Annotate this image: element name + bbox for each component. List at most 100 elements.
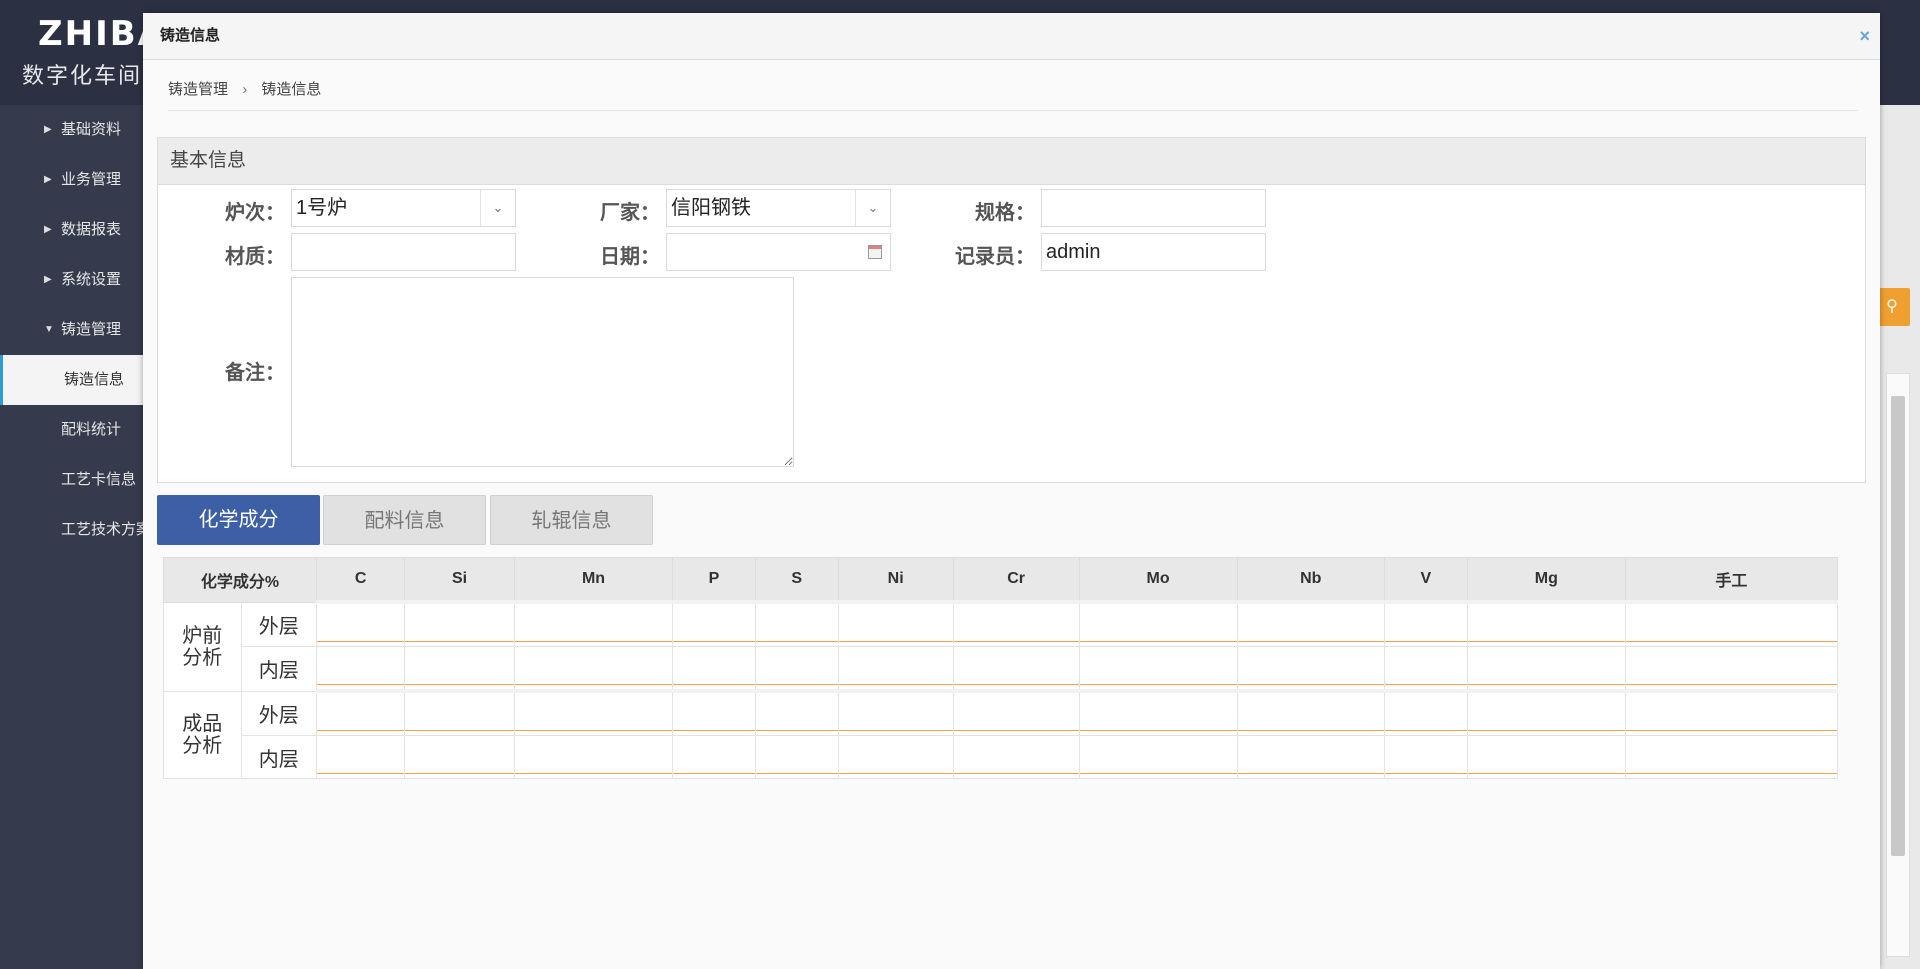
composition-input-cell[interactable] — [1624, 689, 1839, 736]
composition-input-cell[interactable] — [1466, 689, 1626, 736]
input-underline — [317, 684, 405, 685]
column-header: S — [754, 557, 839, 603]
input-underline — [405, 773, 514, 774]
composition-input-cell[interactable] — [1236, 600, 1385, 647]
row-layer-label: 外层 — [240, 601, 317, 647]
composition-input-cell[interactable] — [1236, 689, 1385, 736]
material-input[interactable] — [291, 233, 516, 271]
composition-input-cell[interactable] — [404, 646, 515, 692]
calendar-icon[interactable] — [868, 245, 882, 259]
composition-input-cell[interactable] — [1466, 735, 1626, 779]
composition-input-cell[interactable] — [952, 646, 1080, 692]
composition-input-cell[interactable] — [513, 600, 674, 647]
chevron-down-icon[interactable]: ⌄ — [480, 190, 515, 226]
composition-input-cell[interactable] — [754, 689, 839, 736]
composition-input-cell[interactable] — [1624, 735, 1839, 779]
tab-roll-info[interactable]: 轧辊信息 — [490, 495, 653, 545]
composition-input-cell[interactable] — [1383, 600, 1468, 647]
sidebar-item-casting[interactable]: ▼ 铸造管理 — [0, 305, 143, 355]
input-underline — [838, 730, 953, 731]
spec-input[interactable] — [1041, 189, 1266, 227]
sidebar-item-label: 系统设置 — [61, 271, 122, 288]
sidebar-item-process-plan[interactable]: 工艺技术方案 — [0, 505, 143, 555]
tab-batching-info[interactable]: 配料信息 — [323, 495, 486, 545]
sidebar-item-batching-stats[interactable]: 配料统计 — [0, 405, 143, 455]
vendor-select[interactable]: 信阳钢铁 ⌄ — [666, 189, 891, 227]
sidebar-item-reports[interactable]: ▶ 数据报表 — [0, 205, 143, 255]
composition-input-cell[interactable] — [754, 646, 839, 692]
scrollbar-thumb[interactable] — [1891, 396, 1905, 856]
close-icon[interactable]: × — [1859, 13, 1870, 59]
chevron-down-icon[interactable]: ⌄ — [855, 190, 890, 226]
furnace-label: 炉次： — [225, 202, 285, 224]
composition-input-cell[interactable] — [1466, 646, 1626, 692]
composition-input-cell[interactable] — [404, 689, 515, 736]
composition-input-cell[interactable] — [404, 600, 515, 647]
recorder-input[interactable]: admin — [1041, 233, 1266, 271]
column-header: Mn — [513, 557, 674, 603]
furnace-select[interactable]: 1号炉 ⌄ — [291, 189, 516, 227]
column-header: 手工 — [1624, 557, 1839, 603]
table-row: 内层 — [164, 735, 1839, 779]
composition-input-cell[interactable] — [952, 600, 1080, 647]
column-header: 化学成分% — [163, 557, 317, 603]
composition-input-cell[interactable] — [672, 600, 756, 647]
composition-input-cell[interactable] — [837, 600, 954, 647]
tab-chemical-composition[interactable]: 化学成分 — [157, 495, 320, 545]
composition-input-cell[interactable] — [1078, 600, 1238, 647]
remark-textarea[interactable] — [291, 277, 794, 467]
composition-input-cell[interactable] — [1236, 735, 1385, 779]
composition-input-cell[interactable] — [315, 646, 406, 692]
composition-input-cell[interactable] — [513, 735, 674, 779]
sidebar-item-casting-info[interactable]: 铸造信息 — [0, 355, 143, 405]
composition-input-cell[interactable] — [952, 689, 1080, 736]
composition-input-cell[interactable] — [672, 646, 756, 692]
composition-input-cell[interactable] — [837, 735, 954, 779]
date-input[interactable] — [666, 233, 891, 271]
composition-input-cell[interactable] — [513, 646, 674, 692]
composition-input-cell[interactable] — [1078, 646, 1238, 692]
composition-input-cell[interactable] — [1078, 689, 1238, 736]
composition-input-cell[interactable] — [513, 689, 674, 736]
sidebar-item-business[interactable]: ▶ 业务管理 — [0, 155, 143, 205]
dialog-title: 铸造信息 — [160, 27, 221, 44]
input-underline — [1625, 641, 1837, 642]
composition-input-cell[interactable] — [1078, 735, 1238, 779]
composition-input-cell[interactable] — [672, 689, 756, 736]
composition-input-cell[interactable] — [1383, 689, 1468, 736]
breadcrumb: 铸造管理 › 铸造信息 — [168, 73, 1858, 111]
composition-input-cell[interactable] — [1624, 646, 1839, 692]
composition-input-cell[interactable] — [754, 735, 839, 779]
composition-input-cell[interactable] — [1236, 646, 1385, 692]
composition-input-cell[interactable] — [1466, 600, 1626, 647]
input-underline — [514, 641, 673, 642]
background-scrollbar[interactable] — [1886, 373, 1910, 957]
date-label: 日期： — [600, 246, 660, 268]
breadcrumb-item[interactable]: 铸造管理 — [168, 81, 228, 98]
composition-input-cell[interactable] — [952, 735, 1080, 779]
composition-input-cell[interactable] — [837, 646, 954, 692]
material-label: 材质： — [225, 246, 285, 268]
composition-input-cell[interactable] — [672, 735, 756, 779]
chevron-right-icon: › — [242, 81, 248, 98]
input-underline — [755, 773, 838, 774]
composition-input-cell[interactable] — [1383, 646, 1468, 692]
row-group-label-line: 炉前 — [182, 624, 223, 647]
composition-input-cell[interactable] — [1624, 600, 1839, 647]
sidebar-item-label: 铸造信息 — [64, 371, 125, 388]
composition-input-cell[interactable] — [315, 735, 406, 779]
input-underline — [1384, 773, 1467, 774]
composition-input-cell[interactable] — [315, 600, 406, 647]
app-subtitle: 数字化车间 — [22, 63, 143, 88]
input-underline — [317, 773, 405, 774]
sidebar-item-process-card[interactable]: 工艺卡信息 — [0, 455, 143, 505]
composition-input-cell[interactable] — [837, 689, 954, 736]
caret-down-icon: ▼ — [44, 324, 54, 335]
composition-input-cell[interactable] — [315, 689, 406, 736]
input-underline — [953, 684, 1079, 685]
sidebar-item-settings[interactable]: ▶ 系统设置 — [0, 255, 143, 305]
composition-input-cell[interactable] — [754, 600, 839, 647]
composition-input-cell[interactable] — [404, 735, 515, 779]
composition-input-cell[interactable] — [1383, 735, 1468, 779]
sidebar-item-basic-data[interactable]: ▶ 基础资料 — [0, 105, 143, 155]
